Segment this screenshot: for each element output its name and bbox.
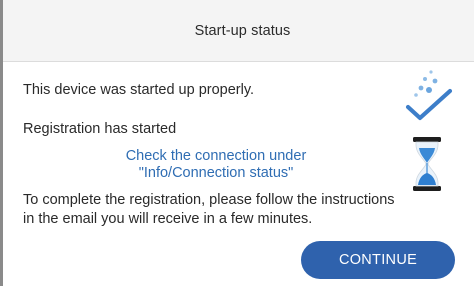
- device-status-text: This device was started up properly.: [23, 82, 255, 98]
- startup-status-dialog: Start-up status This device was started …: [0, 0, 474, 286]
- registration-status-text: Registration has started: [23, 121, 177, 137]
- instructions-line-1: To complete the registration, please fol…: [23, 192, 395, 208]
- instructions-text: To complete the registration, please fol…: [23, 191, 403, 229]
- continue-button[interactable]: CONTINUE: [301, 241, 455, 279]
- checkmark-icon: [405, 70, 453, 121]
- dialog-header: Start-up status: [3, 0, 474, 62]
- instructions-line-2: in the email you will receive in a few m…: [23, 211, 313, 227]
- dialog-title: Start-up status: [194, 22, 291, 39]
- link-line-1: Check the connection under: [125, 148, 307, 164]
- link-line-2: "Info/Connection status": [138, 165, 294, 181]
- connection-status-link[interactable]: Check the connection under "Info/Connect…: [100, 148, 332, 182]
- hourglass-icon: [413, 137, 441, 191]
